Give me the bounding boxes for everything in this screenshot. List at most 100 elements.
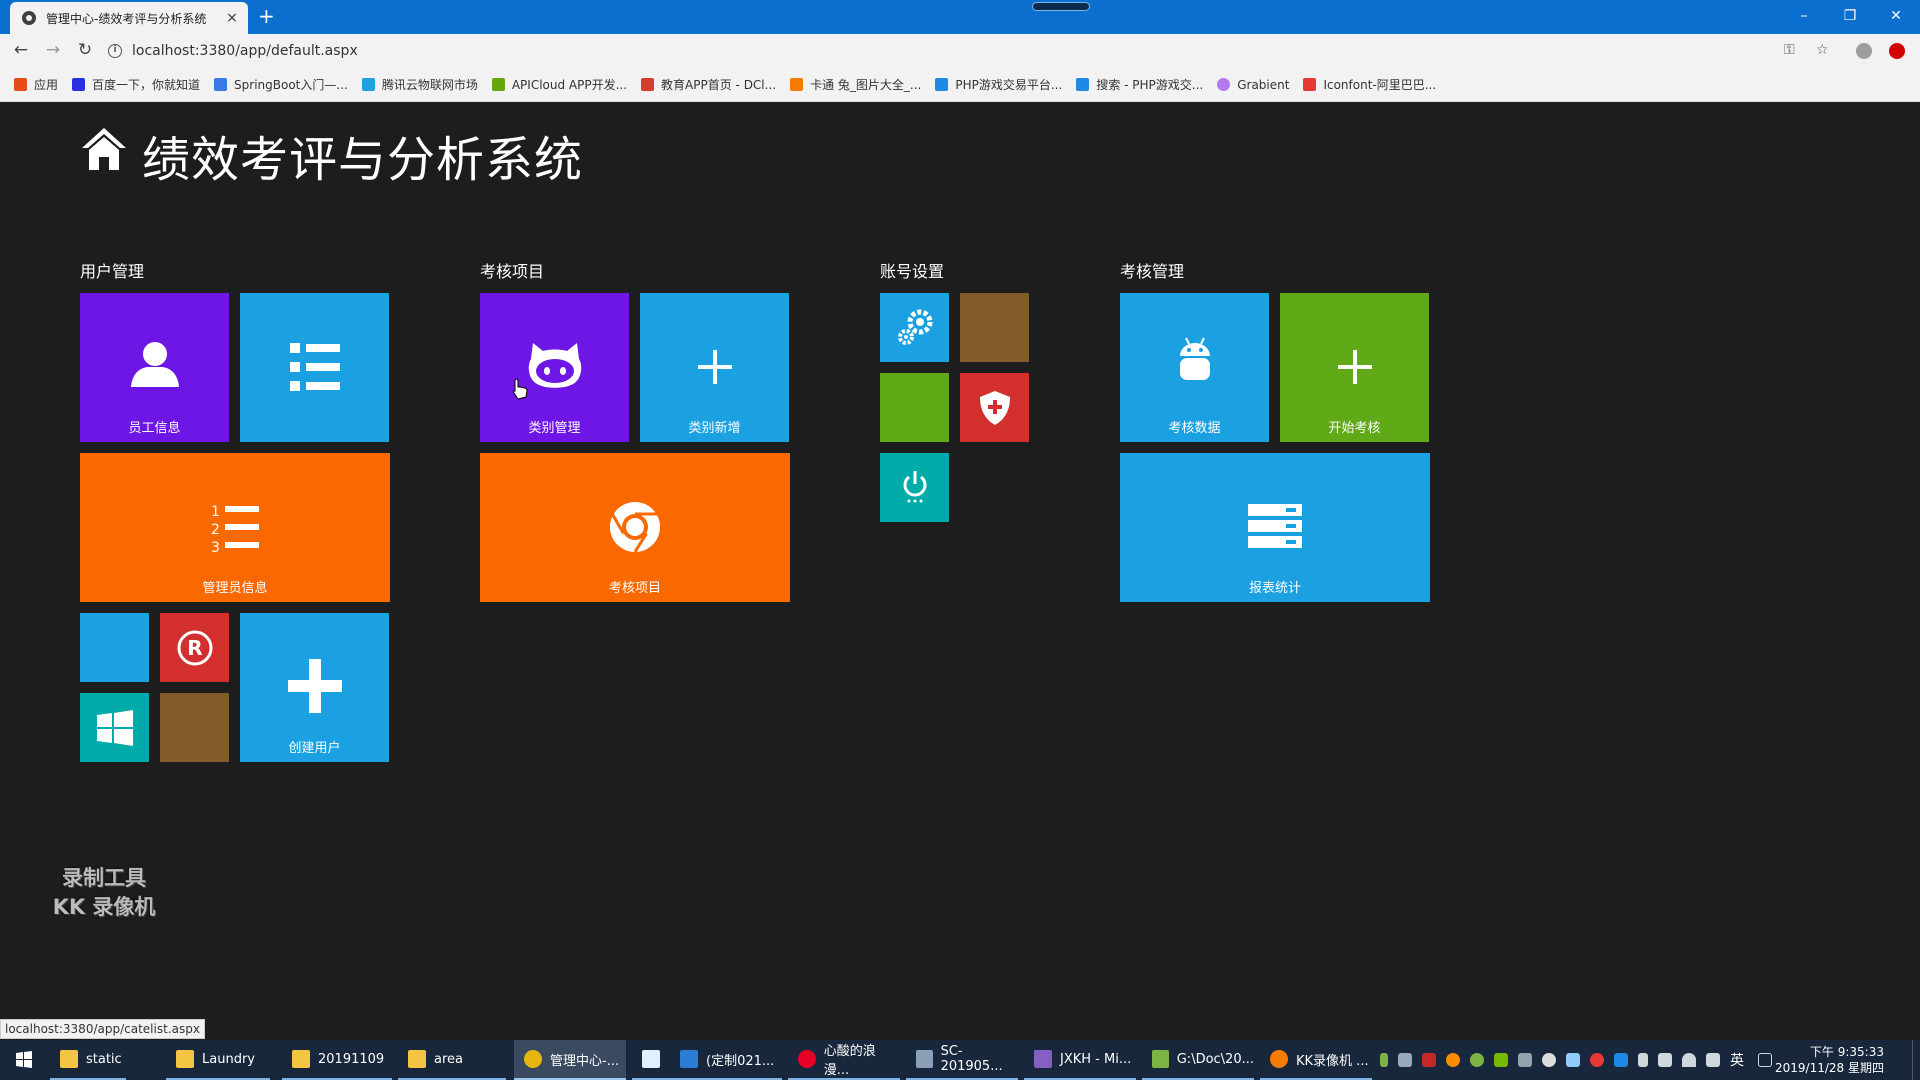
minimize-button[interactable]: – [1784, 4, 1824, 28]
gears-icon [898, 309, 933, 345]
dashboard-page: 绩效考评与分析系统 用户管理 考核项目 账号设置 考核管理 员工信息 1 2 3… [0, 102, 1920, 1028]
bookmark-php-game[interactable]: PHP游戏交易平台... [935, 76, 1062, 93]
keyboard-icon[interactable] [1758, 1053, 1772, 1067]
bookmark-php-search[interactable]: 搜索 - PHP游戏交... [1076, 76, 1203, 93]
bookmark-label: Iconfont-阿里巴巴... [1323, 78, 1437, 92]
tile-admin-info[interactable]: 1 2 3 管理员信息 [80, 453, 390, 602]
bookmark-baidu[interactable]: 百度一下，你就知道 [72, 76, 200, 93]
dcloud-icon [641, 78, 655, 91]
tile-windows[interactable] [80, 693, 149, 762]
taskbar-label: JXKH - Mi... [1060, 1051, 1132, 1067]
show-desktop-button[interactable] [1912, 1040, 1920, 1080]
profile-avatar-icon[interactable] [1856, 43, 1872, 59]
tile-user-list[interactable] [240, 293, 389, 442]
browser-title-bar: 管理中心-绩效考评与分析系统 × + – ❐ ✕ [0, 0, 1920, 34]
tile-label: 报表统计 [1248, 581, 1301, 596]
bookmark-cartoon[interactable]: 卡通 兔_图片大全_... [790, 76, 921, 93]
bookmark-label: 卡通 兔_图片大全_... [810, 78, 922, 92]
taskbar-item-kk-recorder[interactable]: KK录像机 ... [1260, 1040, 1372, 1080]
taskbar-item-area[interactable]: area [398, 1040, 506, 1080]
bookmark-apps[interactable]: 应用 [14, 76, 58, 93]
battery-icon[interactable] [1380, 1053, 1388, 1067]
app-tray-icon[interactable] [1590, 1053, 1604, 1067]
extension-icon[interactable] [1889, 43, 1905, 59]
app-tray-icon[interactable] [1446, 1053, 1460, 1067]
baidu-paw-icon [72, 78, 86, 91]
nvidia-icon[interactable] [1494, 1053, 1508, 1067]
bookmark-grabient[interactable]: Grabient [1217, 78, 1289, 92]
taskbar-item-laundry[interactable]: Laundry [166, 1040, 270, 1080]
qq-icon[interactable] [1542, 1053, 1556, 1067]
network-share-icon[interactable] [1566, 1053, 1580, 1067]
taskbar-item-notepad[interactable]: G:\Doc\20... [1142, 1040, 1254, 1080]
tile-small-brown[interactable] [160, 693, 229, 762]
bookmark-apicloud[interactable]: APICloud APP开发... [491, 76, 627, 93]
back-arrow-icon[interactable]: ← [10, 40, 32, 60]
volume-icon[interactable] [1706, 1053, 1720, 1067]
tile-registered[interactable]: R [160, 613, 229, 682]
folder-icon [292, 1050, 310, 1068]
tile-assessment-data[interactable]: 考核数据 [1120, 293, 1269, 442]
tile-label: 员工信息 [128, 421, 181, 436]
tab-close-icon[interactable]: × [224, 10, 240, 26]
tile-settings[interactable] [880, 293, 949, 362]
app-tray-icon[interactable] [1470, 1053, 1484, 1067]
key-icon[interactable]: ⚿ [1784, 42, 1795, 58]
bookmark-tencent[interactable]: 腾讯云物联网市场 [361, 76, 478, 93]
tile-start-assessment[interactable]: 开始考核 [1280, 293, 1429, 442]
taskbar-item-word[interactable]: (定制021... [670, 1040, 782, 1080]
restore-button[interactable]: ❐ [1830, 4, 1870, 28]
clock[interactable]: 下午 9:35:33 2019/11/28 星期四 [1775, 1044, 1884, 1076]
bookmark-iconfont[interactable]: Iconfont-阿里巴巴... [1303, 76, 1436, 93]
bluetooth-icon[interactable] [1614, 1053, 1628, 1067]
bookmark-dcloud[interactable]: 教育APP首页 - DCl... [641, 76, 776, 93]
url-field[interactable]: i localhost:3380/app/default.aspx [108, 38, 1828, 64]
ime-indicator[interactable]: 英 [1730, 1050, 1744, 1070]
tile-assessment-items[interactable]: 考核项目 [480, 453, 790, 602]
taskbar-item-static[interactable]: static [50, 1040, 126, 1080]
forward-arrow-icon[interactable]: → [42, 40, 64, 60]
windows-start-icon[interactable] [0, 1040, 48, 1080]
bookmark-springboot[interactable]: SpringBoot入门—... [214, 76, 348, 93]
tile-logout[interactable] [880, 453, 949, 522]
taskbar-item-netease-music[interactable]: 心酸的浪漫... [788, 1040, 900, 1080]
browser-tab[interactable]: 管理中心-绩效考评与分析系统 × [10, 2, 248, 34]
tile-small-brown[interactable] [960, 293, 1029, 362]
tile-category-add[interactable]: 类别新增 [640, 293, 789, 442]
reload-icon[interactable]: ↻ [74, 40, 96, 60]
chrome-icon [524, 1050, 542, 1068]
taskbar-label: area [434, 1051, 463, 1067]
app-tray-icon[interactable] [1518, 1053, 1532, 1067]
chrome-icon [610, 502, 660, 553]
tile-small-blue[interactable] [80, 613, 149, 682]
new-tab-button[interactable]: + [258, 6, 275, 26]
tile-label: 考核数据 [1168, 421, 1221, 436]
taskbar-item-sc[interactable]: SC-201905... [906, 1040, 1018, 1080]
taskbar-item-visual-studio[interactable]: JXKH - Mi... [1024, 1040, 1136, 1080]
apicloud-icon [491, 78, 505, 91]
cloud-icon[interactable] [1398, 1053, 1412, 1067]
window-close-button[interactable]: ✕ [1876, 4, 1916, 28]
home-icon[interactable] [80, 126, 128, 172]
bookmark-star-icon[interactable]: ☆ [1816, 42, 1829, 58]
tile-label: 开始考核 [1328, 421, 1381, 436]
tile-employee-info[interactable]: 员工信息 [80, 293, 229, 442]
taskbar-item-20191109[interactable]: 20191109 [282, 1040, 392, 1080]
php-game-icon [935, 78, 949, 91]
taskbar: static Laundry 20191109 area 管理中心-... (定… [0, 1040, 1920, 1080]
tile-small-green[interactable] [880, 373, 949, 442]
tile-report-stats[interactable]: 报表统计 [1120, 453, 1430, 602]
app-tray-icon[interactable] [1422, 1053, 1436, 1067]
tile-security[interactable] [960, 373, 1029, 442]
usb-icon[interactable] [1638, 1053, 1648, 1067]
taskbar-item-chrome[interactable]: 管理中心-... [514, 1040, 626, 1080]
site-info-icon[interactable]: i [108, 44, 122, 58]
app-tray-icon[interactable] [1658, 1053, 1672, 1067]
folder-icon [60, 1050, 78, 1068]
tile-category-manage[interactable]: 类别管理 [480, 293, 629, 442]
group-assessment-items: 考核项目 [480, 262, 545, 281]
svg-text:1: 1 [211, 504, 220, 520]
tile-create-user[interactable]: 创建用户 [240, 613, 389, 762]
springboot-icon [214, 78, 228, 91]
wifi-icon[interactable] [1682, 1053, 1696, 1067]
